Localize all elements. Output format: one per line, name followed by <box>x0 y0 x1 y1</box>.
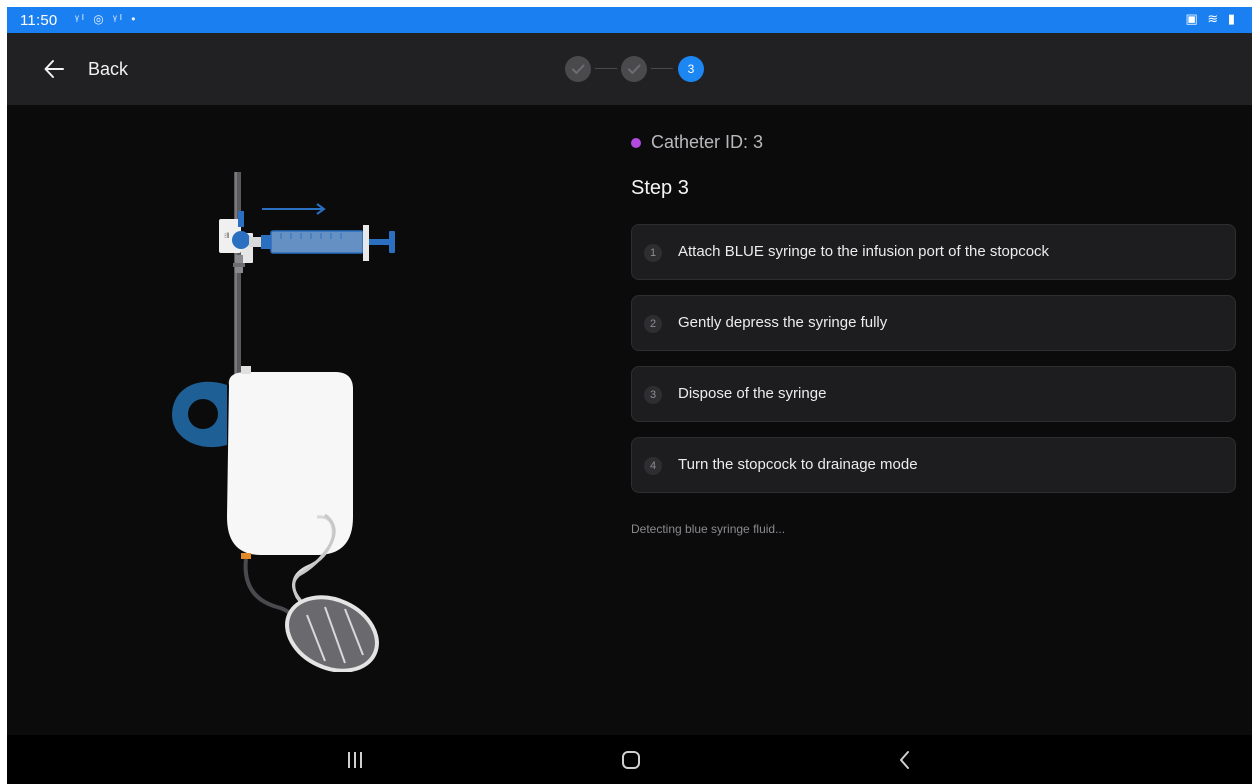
system-navigation-bar <box>7 735 1252 784</box>
instruction-step-3[interactable]: 3 Dispose of the syringe <box>631 366 1236 422</box>
instruction-step-1[interactable]: 1 Attach BLUE syringe to the infusion po… <box>631 224 1236 280</box>
collection-pouch <box>285 595 379 672</box>
recents-icon <box>348 752 362 768</box>
svg-text:⁝‖: ⁝‖ <box>224 233 229 240</box>
home-icon <box>622 751 640 769</box>
check-icon <box>572 64 585 74</box>
header: Back 3 <box>7 33 1252 105</box>
instruction-step-4[interactable]: 4 Turn the stopcock to drainage mode <box>631 437 1236 493</box>
step-3-current: 3 <box>678 56 704 82</box>
step-number-badge: 2 <box>644 315 662 333</box>
step-text: Dispose of the syringe <box>678 385 827 402</box>
arrow-left-icon <box>44 60 64 78</box>
nav-back-icon <box>900 751 909 769</box>
back-button[interactable]: Back <box>43 55 128 83</box>
catheter-drainage-illustration: ⁝‖ <box>172 172 395 672</box>
step-1-complete <box>565 56 591 82</box>
catheter-id-label: Catheter ID: 3 <box>651 132 764 152</box>
step-2-complete <box>621 56 647 82</box>
home-button[interactable] <box>611 745 651 775</box>
catheter-id: Catheter ID: 3 <box>631 132 763 153</box>
stopcock: ⁝‖ <box>219 211 253 273</box>
nav-back-button[interactable] <box>885 745 925 775</box>
back-label: Back <box>88 58 129 79</box>
step-number-badge: 3 <box>644 386 662 404</box>
step-title: Step 3 <box>631 177 689 199</box>
status-bar: 11:50 ᵞᴵ ◎ ᵞᴵ • ▣ ≋ ▮ <box>7 7 1252 33</box>
recents-button[interactable] <box>335 745 375 775</box>
step-text: Gently depress the syringe fully <box>678 314 888 331</box>
instruction-step-2[interactable]: 2 Gently depress the syringe fully <box>631 295 1236 351</box>
app-frame: 11:50 ᵞᴵ ◎ ᵞᴵ • ▣ ≋ ▮ Back 3 ⁝‖ Catheter… <box>7 7 1252 784</box>
bag-handle <box>172 381 227 448</box>
check-icon <box>628 64 641 74</box>
stepper-connector <box>651 68 673 69</box>
push-direction-arrow-icon <box>262 203 326 215</box>
stepper-connector <box>595 68 617 69</box>
status-time: 11:50 <box>20 12 58 29</box>
status-notification-icons: ᵞᴵ ◎ ᵞᴵ • <box>75 12 139 26</box>
step-number-badge: 4 <box>644 457 662 475</box>
step-number-badge: 1 <box>644 244 662 262</box>
step-text: Turn the stopcock to drainage mode <box>678 456 918 473</box>
step-text: Attach BLUE syringe to the infusion port… <box>678 243 1050 260</box>
blue-syringe <box>249 225 395 261</box>
status-system-icons: ▣ ≋ ▮ <box>1185 11 1238 26</box>
catheter-status-dot <box>631 137 641 148</box>
detection-status: Detecting blue syringe fluid... <box>631 522 786 536</box>
